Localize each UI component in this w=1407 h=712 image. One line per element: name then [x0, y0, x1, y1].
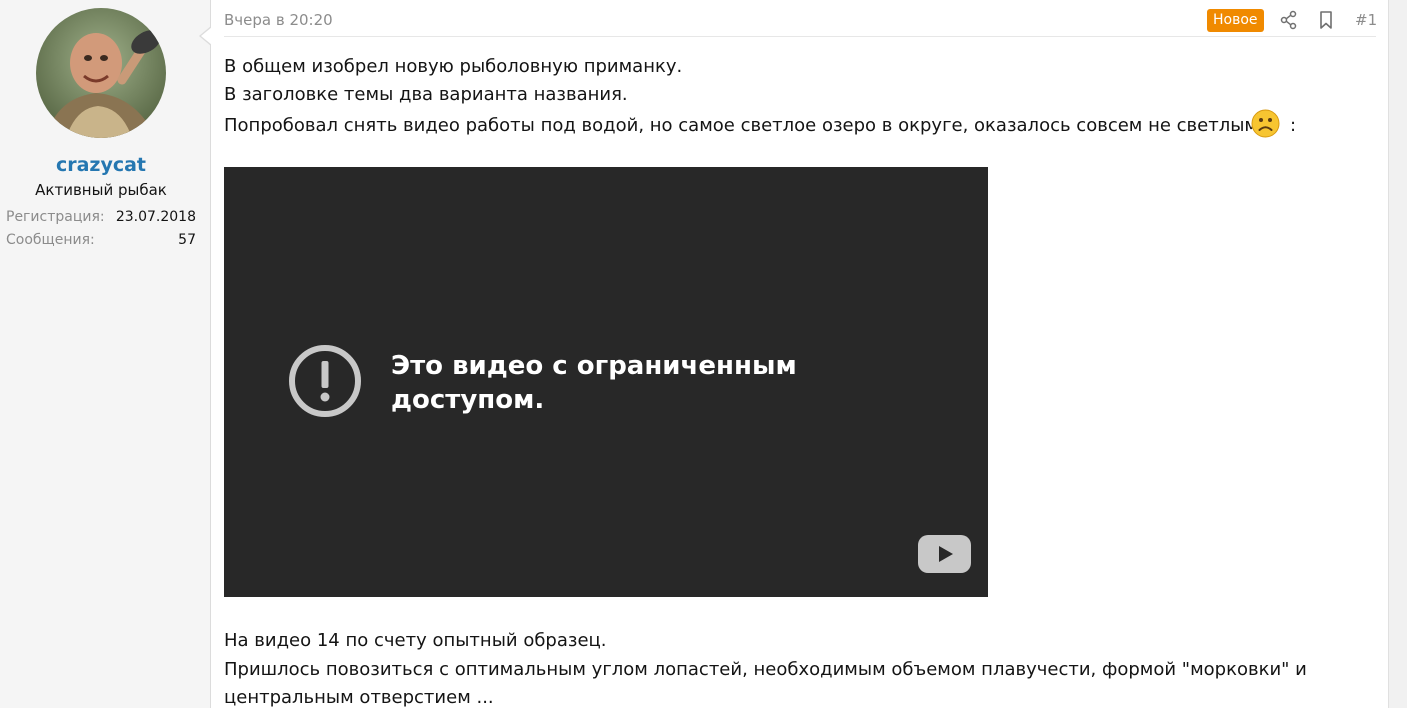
user-title: Активный рыбак	[35, 181, 167, 199]
youtube-logo-icon[interactable]	[917, 534, 972, 574]
username[interactable]: crazycat	[0, 152, 202, 178]
bookmark-icon[interactable]	[1316, 10, 1336, 30]
avatar[interactable]	[36, 8, 166, 138]
post-date[interactable]: Вчера в 20:20	[224, 11, 333, 29]
post-line-1: В общем изобрел новую рыболовную приманк…	[224, 56, 683, 77]
panel-arrow-inner	[201, 27, 212, 45]
new-badge: Новое	[1207, 9, 1264, 32]
stat-registration: Регистрация: 23.07.2018	[6, 207, 196, 227]
stat-label: Сообщения:	[6, 232, 95, 248]
stat-messages: Сообщения: 57	[6, 230, 196, 250]
stat-value: 23.07.2018	[115, 209, 196, 225]
post-line-3-suffix: :	[1290, 115, 1297, 136]
sad-face-icon	[1251, 109, 1280, 138]
post-after-line-2: Пришлось повозиться с оптимальным углом …	[224, 659, 1307, 680]
stat-label: Регистрация:	[6, 209, 105, 225]
share-icon[interactable]	[1279, 10, 1299, 30]
post-after-line-1: На видео 14 по счету опытный образец.	[224, 630, 607, 651]
post-number[interactable]: #1	[1355, 11, 1377, 29]
video-unavailable-message: Это видео с ограниченным доступом.	[391, 351, 797, 415]
post-line-3-text: Попробовал снять видео работы под водой,…	[224, 115, 1259, 136]
post-line-3: Попробовал снять видео работы под водой,…	[224, 112, 1296, 140]
user-panel: crazycat Активный рыбак Регистрация: 23.…	[0, 0, 211, 708]
video-embed[interactable]: Это видео с ограниченным доступом.	[224, 167, 988, 597]
stat-value[interactable]: 57	[178, 230, 196, 250]
scrollbar[interactable]	[1388, 0, 1407, 708]
post-line-2: В заголовке темы два варианта названия.	[224, 84, 628, 105]
post-header: Вчера в 20:20 Новое #1	[224, 6, 1377, 37]
alert-circle-icon	[287, 343, 363, 419]
